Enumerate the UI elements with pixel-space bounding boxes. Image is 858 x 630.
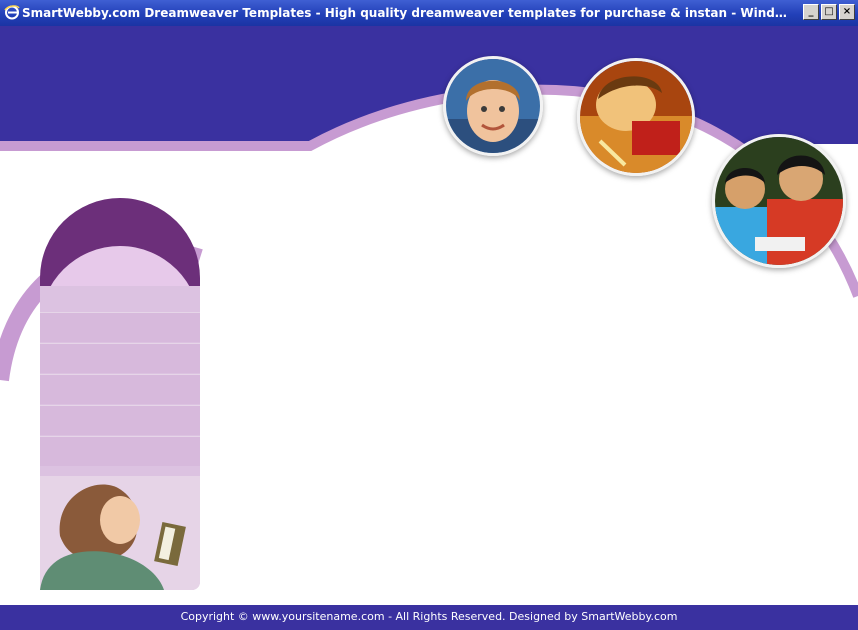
sidebar-nav-item[interactable] bbox=[40, 405, 200, 435]
woman-reading-photo bbox=[40, 476, 200, 590]
sidebar-nav-item[interactable] bbox=[40, 312, 200, 342]
sidebar-nav-item[interactable] bbox=[40, 436, 200, 466]
sidebar-nav-item[interactable] bbox=[40, 374, 200, 404]
browser-window: SmartWebby.com Dreamweaver Templates - H… bbox=[0, 0, 858, 630]
boy-portrait-photo bbox=[443, 56, 543, 156]
sidebar-nav-item[interactable] bbox=[40, 343, 200, 373]
girl-writing-photo bbox=[577, 58, 695, 176]
kids-reading-photo bbox=[712, 134, 846, 268]
footer-bar: Copyright © www.yoursitename.com - All R… bbox=[0, 605, 858, 630]
sidebar bbox=[40, 286, 200, 590]
footer-copyright: Copyright © www.yoursitename.com - All R… bbox=[180, 610, 678, 623]
